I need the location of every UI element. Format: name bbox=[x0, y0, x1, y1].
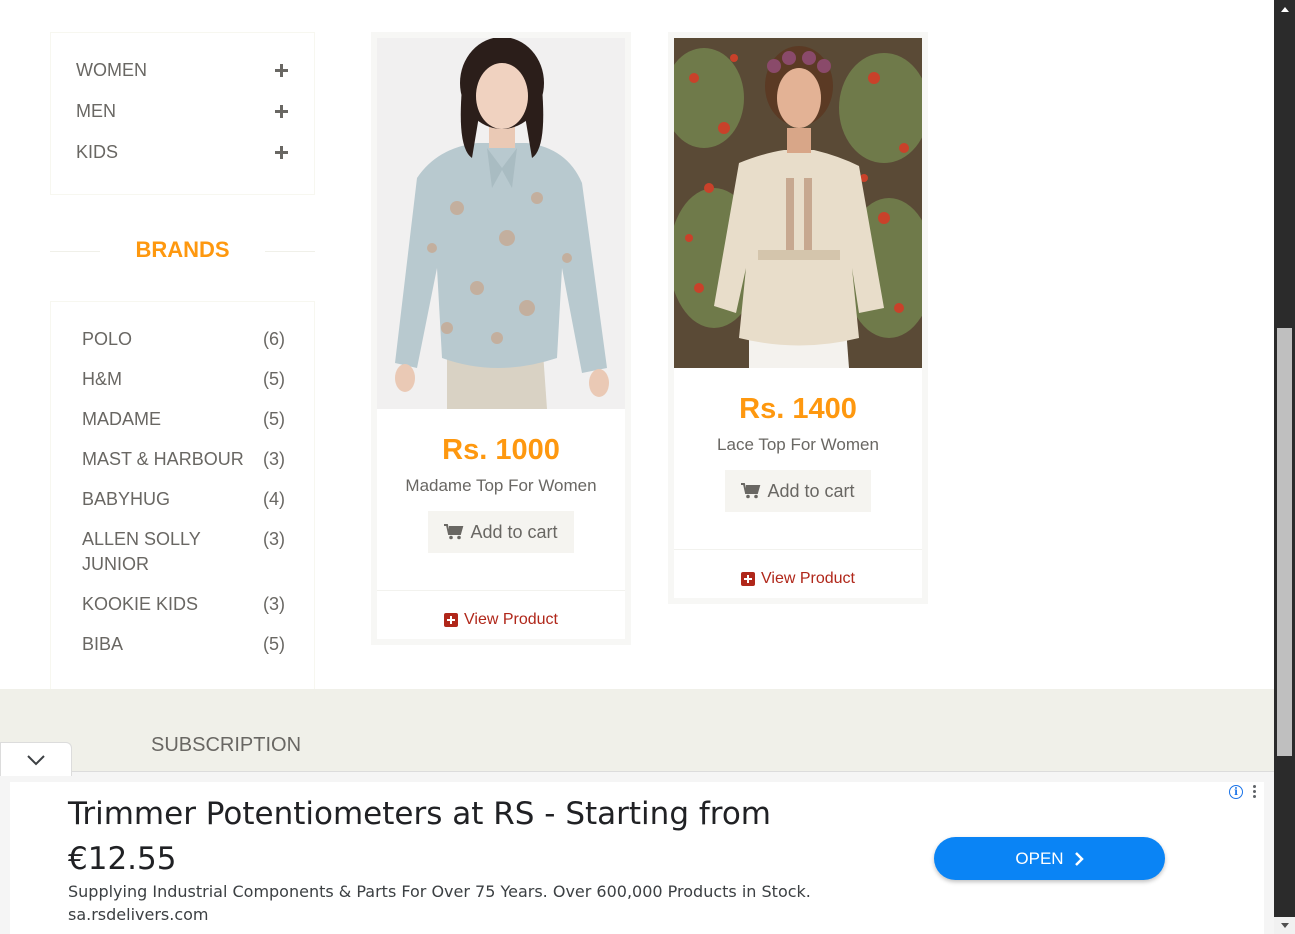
ad-collapse-tab[interactable] bbox=[0, 742, 72, 776]
ad-url[interactable]: sa.rsdelivers.com bbox=[68, 905, 209, 924]
ad-menu-icon[interactable] bbox=[1253, 785, 1257, 799]
brand-item-hm[interactable]: H&M (5) bbox=[82, 367, 285, 392]
brand-name: BIBA bbox=[82, 634, 124, 654]
brand-count: (5) bbox=[263, 369, 285, 389]
product-price: Rs. 1400 bbox=[739, 393, 857, 425]
plus-square-icon bbox=[444, 613, 458, 627]
brand-count: (3) bbox=[263, 529, 285, 549]
category-women[interactable]: WOMEN bbox=[76, 55, 288, 85]
view-product-label: View Product bbox=[464, 611, 558, 628]
product-info: Rs. 1000 Madame Top For Women Add to car… bbox=[377, 433, 625, 553]
plus-square-icon bbox=[741, 572, 755, 586]
card-divider bbox=[377, 590, 625, 591]
plus-icon[interactable] bbox=[275, 104, 288, 118]
brand-name: BABYHUG bbox=[82, 489, 171, 509]
product-info: Rs. 1400 Lace Top For Women Add to cart bbox=[674, 392, 922, 512]
subscription-title: SUBSCRIPTION bbox=[151, 734, 302, 756]
brands-heading: BRANDS bbox=[50, 232, 315, 268]
plus-icon[interactable] bbox=[275, 63, 288, 77]
view-product-link[interactable]: View Product bbox=[674, 570, 922, 588]
view-product-link[interactable]: View Product bbox=[377, 611, 625, 629]
scroll-down-arrow[interactable] bbox=[1274, 917, 1295, 934]
ad-content[interactable]: Trimmer Potentiometers at RS - Starting … bbox=[10, 782, 1264, 934]
add-to-cart-label: Add to cart bbox=[767, 480, 855, 501]
add-to-cart-label: Add to cart bbox=[470, 521, 558, 542]
brand-count: (5) bbox=[263, 409, 285, 429]
brand-item-kookie-kids[interactable]: KOOKIE KIDS (3) bbox=[82, 592, 285, 617]
plus-icon[interactable] bbox=[275, 145, 288, 159]
cart-icon bbox=[444, 524, 464, 540]
category-label: MEN bbox=[76, 100, 116, 121]
brand-item-biba[interactable]: BIBA (5) bbox=[82, 632, 285, 657]
brand-item-madame[interactable]: MADAME (5) bbox=[82, 407, 285, 432]
ad-headline[interactable]: Trimmer Potentiometers at RS - Starting … bbox=[68, 792, 868, 882]
brand-count: (6) bbox=[263, 329, 285, 349]
brand-name: ALLEN SOLLY JUNIOR bbox=[82, 529, 201, 574]
ad-open-label: OPEN bbox=[1015, 848, 1064, 868]
view-product-label: View Product bbox=[761, 570, 855, 587]
product-image[interactable] bbox=[377, 38, 625, 409]
brand-name: MAST & HARBOUR bbox=[82, 449, 244, 469]
brand-item-babyhug[interactable]: BABYHUG (4) bbox=[82, 487, 285, 512]
product-name: Lace Top For Women bbox=[717, 435, 879, 454]
add-to-cart-button[interactable]: Add to cart bbox=[725, 470, 871, 512]
product-price: Rs. 1000 bbox=[442, 434, 560, 466]
ad-info-icon[interactable]: i bbox=[1229, 785, 1243, 799]
card-divider bbox=[674, 549, 922, 550]
category-men[interactable]: MEN bbox=[76, 96, 288, 126]
product-image[interactable] bbox=[674, 38, 922, 368]
brand-item-allen-solly-junior[interactable]: ALLEN SOLLY JUNIOR (3) bbox=[82, 527, 285, 577]
brand-item-polo[interactable]: POLO (6) bbox=[82, 327, 285, 352]
product-name: Madame Top For Women bbox=[405, 476, 597, 495]
chevron-right-icon bbox=[1074, 851, 1084, 866]
ad-open-button[interactable]: OPEN bbox=[934, 837, 1165, 880]
brand-name: H&M bbox=[82, 369, 122, 389]
scroll-up-arrow[interactable] bbox=[1274, 0, 1295, 17]
brand-name: POLO bbox=[82, 329, 133, 349]
brand-name: MADAME bbox=[82, 409, 162, 429]
brand-count: (3) bbox=[263, 449, 285, 469]
brand-item-mast-harbour[interactable]: MAST & HARBOUR (3) bbox=[82, 447, 285, 472]
ad-banner: Trimmer Potentiometers at RS - Starting … bbox=[0, 771, 1274, 934]
brand-count: (4) bbox=[263, 489, 285, 509]
add-to-cart-button[interactable]: Add to cart bbox=[428, 511, 574, 553]
category-panel: WOMEN MEN KIDS bbox=[50, 32, 315, 195]
chevron-down-icon bbox=[27, 754, 45, 765]
category-label: KIDS bbox=[76, 141, 119, 162]
category-kids[interactable]: KIDS bbox=[76, 137, 288, 167]
brand-count: (3) bbox=[263, 594, 285, 614]
category-label: WOMEN bbox=[76, 59, 147, 80]
product-card: Rs. 1400 Lace Top For Women Add to cart … bbox=[668, 32, 928, 604]
product-card: Rs. 1000 Madame Top For Women Add to car… bbox=[371, 32, 631, 645]
brands-panel: POLO (6) H&M (5) MADAME (5) MAST & HARBO… bbox=[50, 301, 315, 690]
ad-description: Supplying Industrial Components & Parts … bbox=[68, 882, 811, 901]
brand-count: (5) bbox=[263, 634, 285, 654]
scrollbar-thumb[interactable] bbox=[1277, 328, 1292, 756]
brand-name: KOOKIE KIDS bbox=[82, 594, 199, 614]
brands-title: BRANDS bbox=[135, 237, 230, 262]
scrollbar[interactable] bbox=[1274, 0, 1295, 934]
cart-icon bbox=[741, 483, 761, 499]
